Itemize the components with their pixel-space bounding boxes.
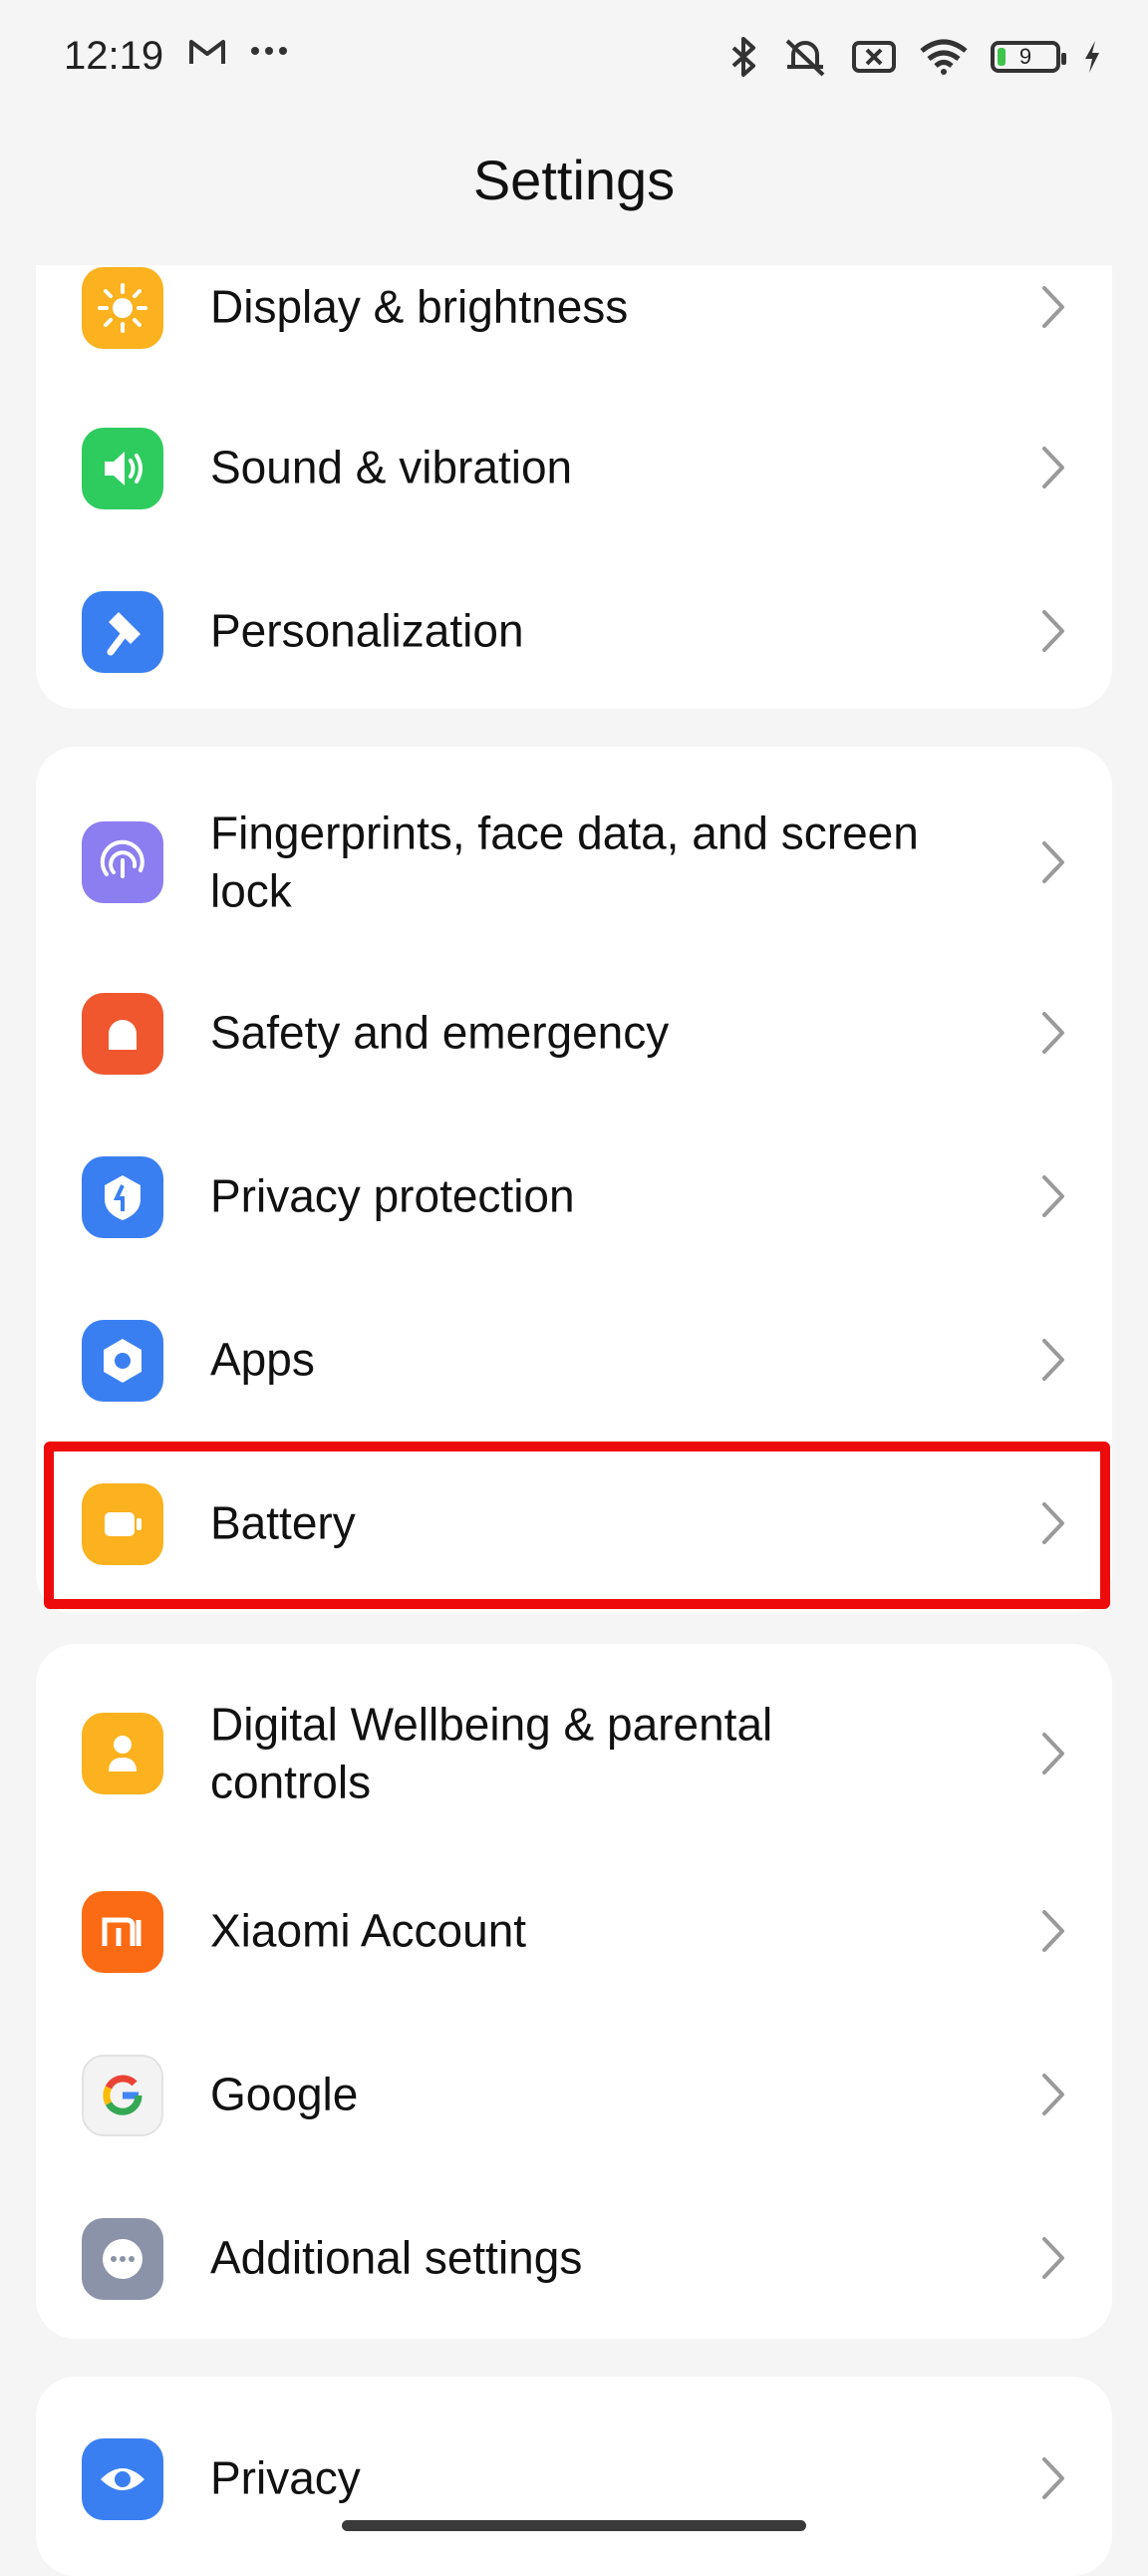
mute-bell-icon: [785, 39, 825, 77]
more-notifications-icon: [251, 47, 287, 55]
settings-item-additional-settings[interactable]: Additional settings: [36, 2176, 1112, 2340]
chevron-right-icon: [1042, 447, 1064, 488]
settings-item-xiaomi-account[interactable]: Xiaomi Account: [36, 1849, 1112, 2013]
status-right-icons: 9: [729, 36, 1102, 78]
settings-item-safety-emergency[interactable]: Safety and emergency: [36, 951, 1112, 1115]
settings-group-display: Display & brightness Sound & vibration P…: [36, 265, 1112, 709]
chevron-right-icon: [1042, 2457, 1064, 2499]
chevron-right-icon: [1042, 2237, 1064, 2279]
gesture-nav-handle[interactable]: [342, 2520, 806, 2531]
settings-item-digital-wellbeing[interactable]: Digital Wellbeing & parental controls: [36, 1664, 1112, 1843]
settings-item-label: Privacy protection: [210, 1169, 575, 1222]
chevron-right-icon: [1042, 1910, 1064, 1952]
chevron-right-icon: [1042, 1012, 1064, 1054]
battery-status-icon: 9: [991, 41, 1066, 73]
settings-item-display-brightness[interactable]: Display & brightness: [36, 225, 1112, 389]
page-title: Settings: [472, 149, 676, 211]
settings-group-privacy: Privacy: [36, 2377, 1112, 2576]
settings-item-label: Digital Wellbeing & parental controls: [210, 1698, 773, 1808]
settings-item-label: Fingerprints, face data, and screen lock: [210, 806, 919, 917]
settings-item-label: Display & brightness: [210, 280, 629, 333]
settings-item-label: Safety and emergency: [210, 1006, 670, 1059]
apps-gear-icon: [82, 1320, 163, 1402]
settings-item-battery[interactable]: Battery: [36, 1442, 1112, 1605]
settings-item-label: Apps: [210, 1333, 315, 1386]
status-bar: 12:19 9: [0, 0, 1148, 120]
settings-item-sound-vibration[interactable]: Sound & vibration: [36, 386, 1112, 549]
alarm-icon: [82, 993, 163, 1075]
settings-group-security: Fingerprints, face data, and screen lock…: [36, 747, 1112, 1614]
eye-icon: [82, 2438, 163, 2520]
battery-level-text: 9: [1018, 44, 1032, 69]
chevron-right-icon: [1042, 286, 1064, 328]
battery-icon: [82, 1483, 163, 1565]
speaker-icon: [82, 428, 163, 509]
settings-item-label: Additional settings: [210, 2231, 583, 2284]
chevron-right-icon: [1042, 1175, 1064, 1217]
more-dots-icon: [82, 2218, 163, 2300]
chevron-right-icon: [1042, 1733, 1064, 1774]
wellbeing-icon: [82, 1713, 163, 1794]
sun-icon: [82, 267, 163, 349]
chevron-right-icon: [1042, 1502, 1064, 1544]
settings-item-label: Battery: [210, 1496, 356, 1549]
settings-item-label: Google: [210, 2068, 359, 2120]
settings-item-label: Privacy: [210, 2451, 361, 2504]
chevron-right-icon: [1042, 610, 1064, 652]
chevron-right-icon: [1042, 1339, 1064, 1381]
settings-item-label: Sound & vibration: [210, 441, 573, 493]
status-time: 12:19: [64, 34, 164, 78]
shield-icon: [82, 1156, 163, 1238]
settings-item-label: Xiaomi Account: [210, 1904, 527, 1957]
settings-item-privacy[interactable]: Privacy: [36, 2397, 1112, 2560]
mi-logo-icon: [82, 1891, 163, 1973]
chevron-right-icon: [1042, 841, 1064, 883]
brush-icon: [82, 591, 163, 673]
gmail-icon: [189, 40, 225, 64]
google-g-icon: [82, 2055, 163, 2136]
chevron-right-icon: [1042, 2074, 1064, 2115]
charging-bolt-icon: [1085, 41, 1099, 73]
status-left-icons: [187, 36, 289, 66]
settings-item-google[interactable]: Google: [36, 2013, 1112, 2176]
no-sim-icon: [852, 41, 896, 73]
settings-item-apps[interactable]: Apps: [36, 1278, 1112, 1442]
battery-fill: [998, 48, 1005, 66]
settings-item-label: Personalization: [210, 604, 524, 657]
wifi-icon: [920, 39, 968, 75]
settings-item-personalization[interactable]: Personalization: [36, 549, 1112, 713]
settings-item-privacy-protection[interactable]: Privacy protection: [36, 1115, 1112, 1278]
bluetooth-icon: [731, 37, 755, 77]
settings-item-fingerprints[interactable]: Fingerprints, face data, and screen lock: [36, 767, 1112, 958]
fingerprint-icon: [82, 821, 163, 903]
settings-group-accounts: Digital Wellbeing & parental controls Xi…: [36, 1644, 1112, 2339]
